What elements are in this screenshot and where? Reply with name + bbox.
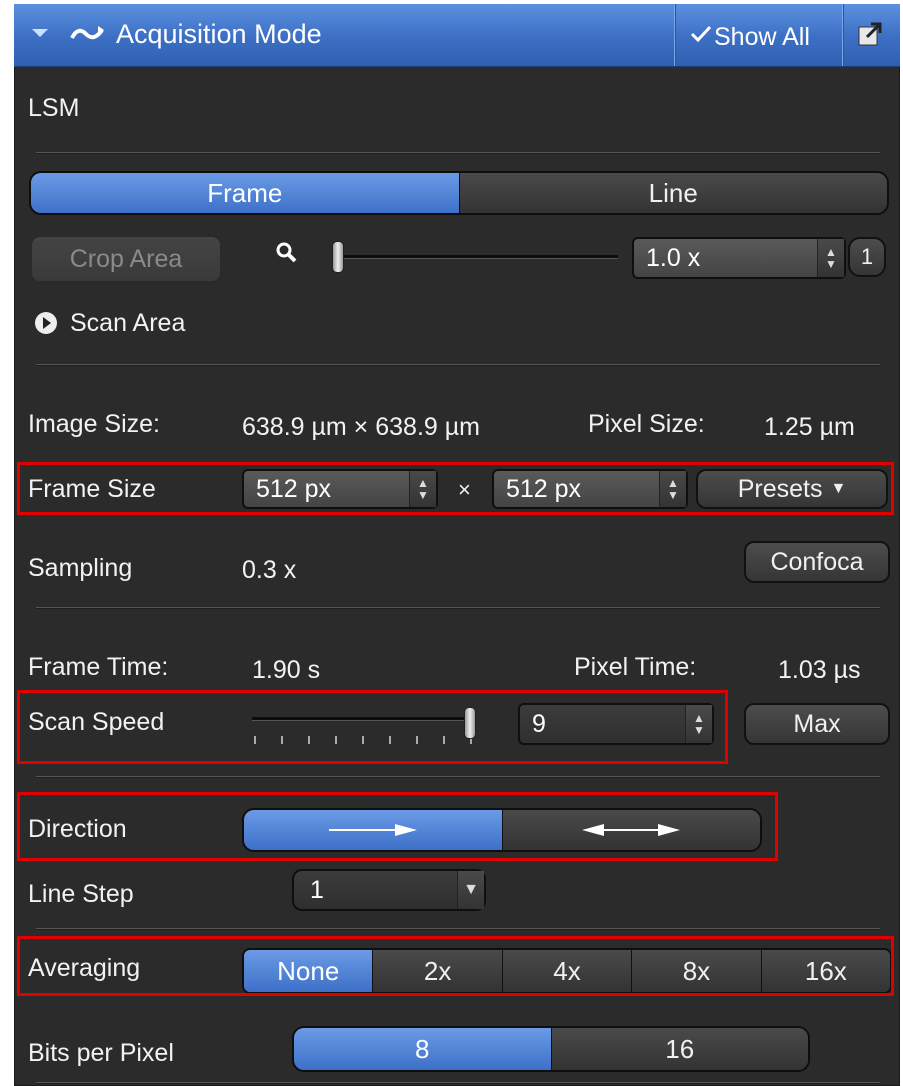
frame-width-value: 512 px [256,474,332,503]
pixel-time-label: Pixel Time: [574,653,697,681]
image-size-label: Image Size: [28,410,161,438]
frame-size-times: × [458,477,471,502]
expand-scan-area-icon[interactable] [34,311,58,340]
pixel-size-label: Pixel Size: [588,410,705,438]
averaging-2x[interactable]: 2x [372,950,502,992]
sampling-label: Sampling [28,554,133,582]
averaging-label: Averaging [28,954,141,982]
unidirectional-arrow-icon [328,824,417,836]
presets-label: Presets [737,474,823,503]
crop-area-button[interactable]: Crop Area [30,235,222,283]
scan-speed-slider-track[interactable] [252,717,474,721]
sampling-value: 0.3 x [242,556,297,584]
dropdown-arrow-icon[interactable]: ▼ [457,871,484,909]
line-step-dropdown[interactable]: 1 ▼ [292,869,486,911]
line-step-value: 1 [310,875,324,904]
frame-width-spinbox[interactable]: 512 px ▲ ▼ [242,469,438,509]
bits-per-pixel-label: Bits per Pixel [28,1039,174,1067]
panel-title: Acquisition Mode [116,19,322,49]
scan-speed-value: 9 [532,709,546,738]
scan-speed-label: Scan Speed [28,708,165,736]
frame-time-label: Frame Time: [28,653,169,681]
zoom-slider-track[interactable] [332,255,618,259]
line-step-label: Line Step [28,880,134,908]
zoom-value: 1.0 x [646,243,701,272]
scan-mode-selector[interactable]: Frame Line [29,171,889,215]
direction-label: Direction [28,815,127,843]
undock-icon[interactable] [857,21,883,52]
scan-speed-slider-thumb[interactable] [464,707,476,739]
frame-width-stepper-icon[interactable]: ▲ ▼ [409,471,436,507]
frame-height-spinbox[interactable]: 512 px ▲ ▼ [492,469,688,509]
acquisition-mode-panel: Acquisition Mode Show All LSM Frame Line… [14,4,900,1086]
scan-area-label[interactable]: Scan Area [70,311,185,336]
averaging-selector[interactable]: None 2x 4x 8x 16x [242,948,892,994]
bits-8[interactable]: 8 [294,1028,551,1070]
bits-per-pixel-selector[interactable]: 8 16 [292,1026,810,1072]
direction-unidirectional[interactable] [244,810,502,850]
frame-time-value: 1.90 s [252,656,321,684]
zoom-magnifier-icon [276,242,298,269]
bits-16[interactable]: 16 [550,1028,808,1070]
frame-height-stepper-icon[interactable]: ▲ ▼ [659,471,686,507]
dropdown-arrow-icon: ▼ [830,480,847,497]
bidirectional-arrow-icon [582,824,681,836]
show-all-toggle[interactable]: Show All [714,23,810,52]
scan-speed-stepper-icon[interactable]: ▲ ▼ [685,705,712,743]
averaging-none[interactable]: None [244,950,373,992]
scan-mode-line[interactable]: Line [458,173,887,213]
zoom-spinbox[interactable]: 1.0 x ▲ ▼ [632,237,846,279]
pixel-size-value: 1.25 µm [764,413,855,441]
averaging-8x[interactable]: 8x [631,950,761,992]
zoom-stepper-icon[interactable]: ▲ ▼ [817,239,844,277]
collapse-chevron-icon[interactable] [30,26,50,45]
zoom-reset-button[interactable]: 1 [848,237,886,277]
frame-size-label: Frame Size [28,475,156,503]
image-size-value: 638.9 µm × 638.9 µm [242,413,480,441]
max-speed-button[interactable]: Max [744,703,890,745]
panel-header[interactable]: Acquisition Mode Show All [14,4,900,67]
confocal-button[interactable]: Confoca [744,541,890,583]
checkmark-icon [690,24,712,49]
averaging-16x[interactable]: 16x [760,950,890,992]
presets-dropdown[interactable]: Presets ▼ [696,469,888,509]
averaging-4x[interactable]: 4x [501,950,632,992]
direction-bidirectional[interactable] [501,810,760,850]
direction-selector[interactable] [242,808,762,852]
zoom-slider-thumb[interactable] [332,241,344,273]
scan-mode-frame[interactable]: Frame [31,173,459,213]
frame-height-value: 512 px [506,474,582,503]
pixel-time-value: 1.03 µs [778,656,861,684]
scan-speed-spinbox[interactable]: 9 ▲ ▼ [518,703,714,745]
section-label-lsm: LSM [28,94,80,122]
scan-speed-ticks [254,736,474,744]
acquisition-mode-icon [70,22,106,51]
